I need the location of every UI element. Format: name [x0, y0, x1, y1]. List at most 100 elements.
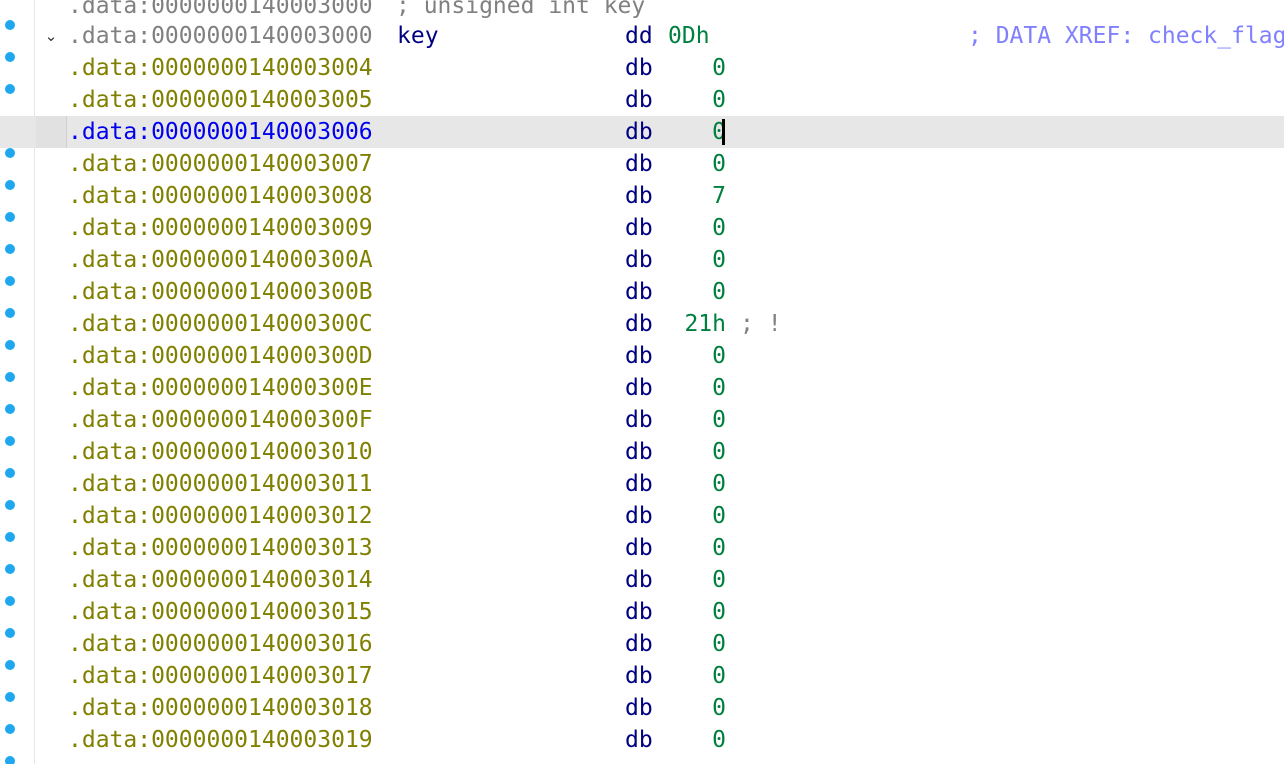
listing-row[interactable]: .data:0000000140003004 db 0	[0, 52, 1284, 84]
row-address: .data:0000000140003017	[68, 663, 373, 689]
header-address: .data:0000000140003000	[68, 0, 373, 19]
listing-row[interactable]: .data:0000000140003010 db 0	[0, 436, 1284, 468]
row-address: .data:0000000140003010	[68, 439, 373, 465]
row-mnemonic: db	[625, 151, 653, 177]
listing-row[interactable]: .data:0000000140003018 db 0	[0, 692, 1284, 724]
listing-row[interactable]: .data:0000000140003007 db 0	[0, 148, 1284, 180]
text-caret	[722, 119, 725, 145]
row-mnemonic: db	[625, 311, 653, 337]
row-operand[interactable]: 0	[660, 84, 726, 116]
data-xref-comment[interactable]: ; DATA XREF: check_flag	[968, 20, 1284, 52]
row-mnemonic: db	[625, 55, 653, 81]
listing-row[interactable]: .data:0000000140003013 db 0	[0, 532, 1284, 564]
row-address: .data:0000000140003007	[68, 151, 373, 177]
row-mnemonic: db	[625, 407, 653, 433]
header-comment-line[interactable]: .data:0000000140003000 ; unsigned int ke…	[0, 0, 1284, 22]
row-operand[interactable]: 0	[660, 500, 726, 532]
row-address: .data:000000014000300E	[68, 375, 373, 401]
row-mnemonic: db	[625, 247, 653, 273]
row-operand[interactable]: 0	[660, 628, 726, 660]
row-address: .data:000000014000300D	[68, 343, 373, 369]
symbol-line[interactable]: ⌄ .data:0000000140003000 key dd 0Dh ; DA…	[0, 20, 1284, 52]
disassembly-view[interactable]: .data:0000000140003000 ; unsigned int ke…	[0, 0, 1284, 764]
symbol-operand[interactable]: 0Dh	[668, 20, 710, 52]
row-operand[interactable]: 0	[660, 660, 726, 692]
row-operand[interactable]: 0	[660, 532, 726, 564]
row-address: .data:0000000140003011	[68, 471, 373, 497]
row-address: .data:0000000140003006	[68, 119, 373, 145]
selection-marker	[36, 116, 67, 148]
row-address: .data:000000014000300C	[68, 311, 373, 337]
row-mnemonic: db	[625, 343, 653, 369]
disassembly-listing[interactable]: .data:0000000140003000 ; unsigned int ke…	[0, 0, 1284, 764]
row-address: .data:0000000140003005	[68, 87, 373, 113]
listing-row[interactable]: .data:000000014000300B db 0	[0, 276, 1284, 308]
row-address: .data:000000014000300F	[68, 407, 373, 433]
symbol-label[interactable]: key	[397, 20, 439, 52]
symbol-mnemonic: dd	[625, 23, 653, 49]
row-address: .data:0000000140003009	[68, 215, 373, 241]
listing-row[interactable]: .data:0000000140003005 db 0	[0, 84, 1284, 116]
row-operand[interactable]: 0	[660, 692, 726, 724]
row-operand[interactable]: 0	[660, 372, 726, 404]
row-address: .data:0000000140003004	[68, 55, 373, 81]
row-address: .data:000000014000300A	[68, 247, 373, 273]
row-mnemonic: db	[625, 215, 653, 241]
listing-row[interactable]: .data:000000014000300D db 0	[0, 340, 1284, 372]
listing-row[interactable]: .data:0000000140003016 db 0	[0, 628, 1284, 660]
listing-row[interactable]: .data:000000014000300C db 21h ; !	[0, 308, 1284, 340]
row-address: .data:0000000140003008	[68, 183, 373, 209]
row-operand[interactable]: 0	[660, 436, 726, 468]
listing-row[interactable]: .data:000000014000300E db 0	[0, 372, 1284, 404]
row-mnemonic: db	[625, 471, 653, 497]
row-address: .data:0000000140003014	[68, 567, 373, 593]
row-operand[interactable]: 0	[660, 148, 726, 180]
row-operand[interactable]: 0	[660, 212, 726, 244]
row-operand[interactable]: 7	[660, 180, 726, 212]
row-mnemonic: db	[625, 87, 653, 113]
row-operand[interactable]: 0	[660, 404, 726, 436]
listing-row[interactable]: .data:0000000140003011 db 0	[0, 468, 1284, 500]
listing-row[interactable]: .data:000000014000300A db 0	[0, 244, 1284, 276]
row-mnemonic: db	[625, 631, 653, 657]
row-mnemonic: db	[625, 599, 653, 625]
row-mnemonic: db	[625, 279, 653, 305]
row-address: .data:0000000140003015	[68, 599, 373, 625]
row-address: .data:0000000140003018	[68, 695, 373, 721]
row-operand[interactable]: 0	[660, 52, 726, 84]
header-comment: ; unsigned int key	[396, 0, 646, 19]
row-operand[interactable]: 0	[660, 468, 726, 500]
row-address: .data:0000000140003019	[68, 727, 373, 753]
row-mnemonic: db	[625, 503, 653, 529]
row-operand[interactable]: 21h	[660, 308, 726, 340]
row-mnemonic: db	[625, 567, 653, 593]
listing-row[interactable]: .data:0000000140003006 db 0	[0, 116, 1284, 148]
row-address: .data:0000000140003013	[68, 535, 373, 561]
symbol-address: .data:0000000140003000	[68, 23, 373, 49]
listing-row[interactable]: .data:000000014000300F db 0	[0, 404, 1284, 436]
row-address: .data:000000014000300B	[68, 279, 373, 305]
chevron-down-icon[interactable]: ⌄	[40, 20, 62, 52]
listing-row[interactable]: .data:0000000140003015 db 0	[0, 596, 1284, 628]
listing-row[interactable]: .data:0000000140003009 db 0	[0, 212, 1284, 244]
row-comment: ; !	[740, 311, 782, 337]
row-address: .data:0000000140003016	[68, 631, 373, 657]
row-operand[interactable]: 0	[660, 564, 726, 596]
row-mnemonic: db	[625, 535, 653, 561]
listing-row[interactable]: .data:0000000140003008 db 7	[0, 180, 1284, 212]
listing-row[interactable]: .data:0000000140003017 db 0	[0, 660, 1284, 692]
row-operand[interactable]: 0	[660, 596, 726, 628]
row-operand[interactable]: 0	[660, 116, 726, 148]
row-mnemonic: db	[625, 183, 653, 209]
row-operand[interactable]: 0	[660, 276, 726, 308]
listing-row[interactable]: .data:0000000140003019 db 0	[0, 724, 1284, 756]
row-operand[interactable]: 0	[660, 340, 726, 372]
row-mnemonic: db	[625, 375, 653, 401]
listing-row[interactable]: .data:0000000140003012 db 0	[0, 500, 1284, 532]
row-operand[interactable]: 0	[660, 724, 726, 756]
row-operand[interactable]: 0	[660, 244, 726, 276]
row-address: .data:0000000140003012	[68, 503, 373, 529]
row-mnemonic: db	[625, 439, 653, 465]
row-mnemonic: db	[625, 727, 653, 753]
listing-row[interactable]: .data:0000000140003014 db 0	[0, 564, 1284, 596]
